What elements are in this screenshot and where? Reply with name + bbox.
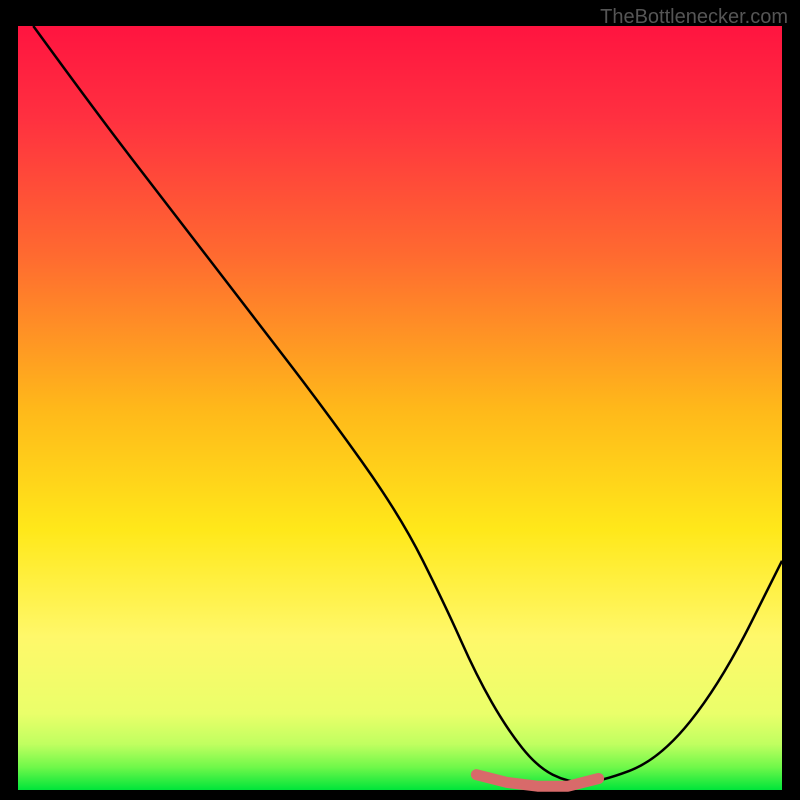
chart-background (18, 26, 782, 790)
chart-container: TheBottlenecker.com (0, 0, 800, 800)
watermark-text: TheBottlenecker.com (600, 6, 788, 29)
chart-svg (0, 0, 800, 800)
